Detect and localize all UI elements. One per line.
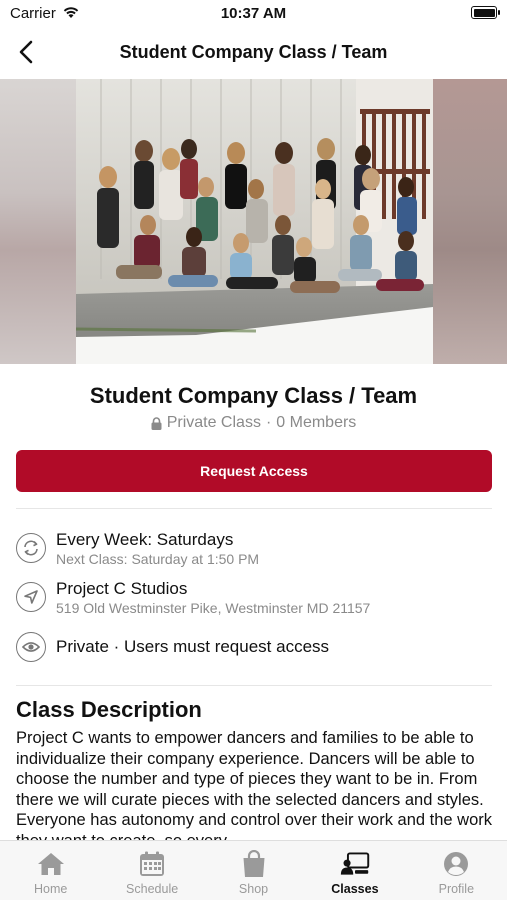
next-class-time: Next Class: Saturday at 1:50 PM [56,551,260,567]
profile-icon [441,850,471,878]
tab-label: Profile [438,882,475,896]
description-heading: Class Description [16,697,202,722]
classes-icon [340,850,370,878]
tab-label: Classes [331,882,379,896]
clock: 10:37 AM [220,5,287,22]
class-meta: Private Class · 0 Members [0,414,507,432]
tab-shop[interactable]: Shop [203,841,304,900]
group-photo [76,79,433,364]
location-name: Project C Studios [56,579,188,598]
tab-schedule[interactable]: Schedule [101,841,202,900]
tab-profile[interactable]: Profile [406,841,507,900]
calendar-icon [137,850,167,878]
tab-label: Home [34,882,68,896]
class-title: Student Company Class / Team [89,383,418,408]
navigation-arrow-icon [16,582,46,612]
request-access-button[interactable]: Request Access [16,450,492,492]
repeat-icon [16,533,46,563]
navigation-bar: Student Company Class / Team [0,28,507,78]
divider [16,508,492,509]
divider [16,685,492,686]
meta-separator: · [265,414,272,431]
lock-icon [151,416,162,430]
visibility-text: Private · Users must request access [56,637,330,656]
blurred-backdrop-left [0,79,76,364]
eye-icon [16,632,46,662]
home-icon [36,850,66,878]
tab-label: Shop [238,882,269,896]
description-body: Project C wants to empower dancers and f… [16,729,493,840]
tab-classes[interactable]: Classes [304,841,405,900]
class-cover-image [0,79,507,364]
tab-label: Schedule [126,882,179,896]
battery-icon [471,6,500,19]
nav-title: Student Company Class / Team [119,42,388,62]
tab-bar: Home Schedule Shop Classes Profile [0,840,507,900]
shopping-bag-icon [239,850,269,878]
tab-home[interactable]: Home [0,841,101,900]
privacy-label: Private Class [166,414,261,431]
schedule-title: Every Week: Saturdays [56,530,234,549]
status-bar: Carrier 10:37 AM [0,0,507,28]
location-address: 519 Old Westminster Pike, Westminster MD… [56,600,371,616]
blurred-backdrop-right [433,79,507,364]
member-count: 0 Members [276,414,357,431]
